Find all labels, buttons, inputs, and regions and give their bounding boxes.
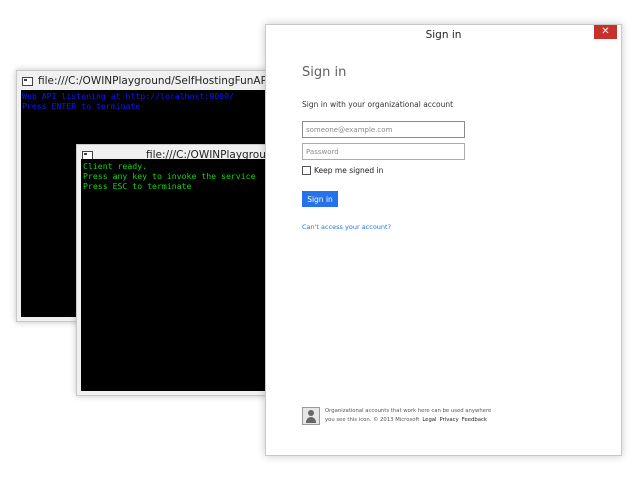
server-console-titlebar[interactable]: file:///C:/OWINPlayground/SelfHostingFun… — [17, 71, 267, 91]
console-app-icon — [22, 76, 33, 86]
signin-subheading: Sign in with your organizational account — [302, 100, 454, 109]
server-console-title: file:///C:/OWINPlayground/SelfHostingFun… — [38, 75, 267, 87]
privacy-link[interactable]: Privacy — [440, 417, 459, 423]
legal-link[interactable]: Legal — [422, 417, 436, 423]
signin-heading: Sign in — [302, 65, 347, 80]
cant-access-link[interactable]: Can't access your account? — [302, 223, 602, 231]
signin-footer: Organizational accounts that work here c… — [302, 407, 602, 425]
signin-window-title: Sign in — [425, 29, 462, 41]
footer-text: Organizational accounts that work here c… — [325, 407, 491, 425]
close-icon: ✕ — [601, 26, 610, 37]
close-button[interactable]: ✕ — [594, 25, 617, 39]
feedback-link[interactable]: Feedback — [462, 417, 487, 423]
signin-dialog[interactable]: Sign in ✕ Sign in Sign in with your orga… — [265, 24, 622, 456]
client-console-window[interactable]: file:///C:/OWINPlayground/SelfH Client r… — [76, 144, 268, 396]
signin-button[interactable]: Sign in — [302, 191, 338, 207]
footer-text-line2: you see this icon. © 2013 Microsoft Legal… — [325, 416, 491, 425]
keep-signed-in-label[interactable]: Keep me signed in — [314, 166, 383, 175]
client-console-output: Client ready. Press any key to invoke th… — [81, 159, 267, 391]
signin-titlebar[interactable]: Sign in — [266, 25, 621, 45]
keep-signed-in-checkbox[interactable] — [302, 166, 311, 175]
password-field[interactable] — [302, 143, 465, 160]
org-account-icon — [302, 407, 320, 425]
signin-form: Sign in Sign in with your organizational… — [302, 65, 602, 231]
footer-copyright: you see this icon. © 2013 Microsoft — [325, 417, 420, 423]
keep-signed-in-row[interactable]: Keep me signed in — [302, 166, 602, 175]
email-field[interactable] — [302, 121, 465, 138]
footer-text-line1: Organizational accounts that work here c… — [325, 408, 492, 414]
